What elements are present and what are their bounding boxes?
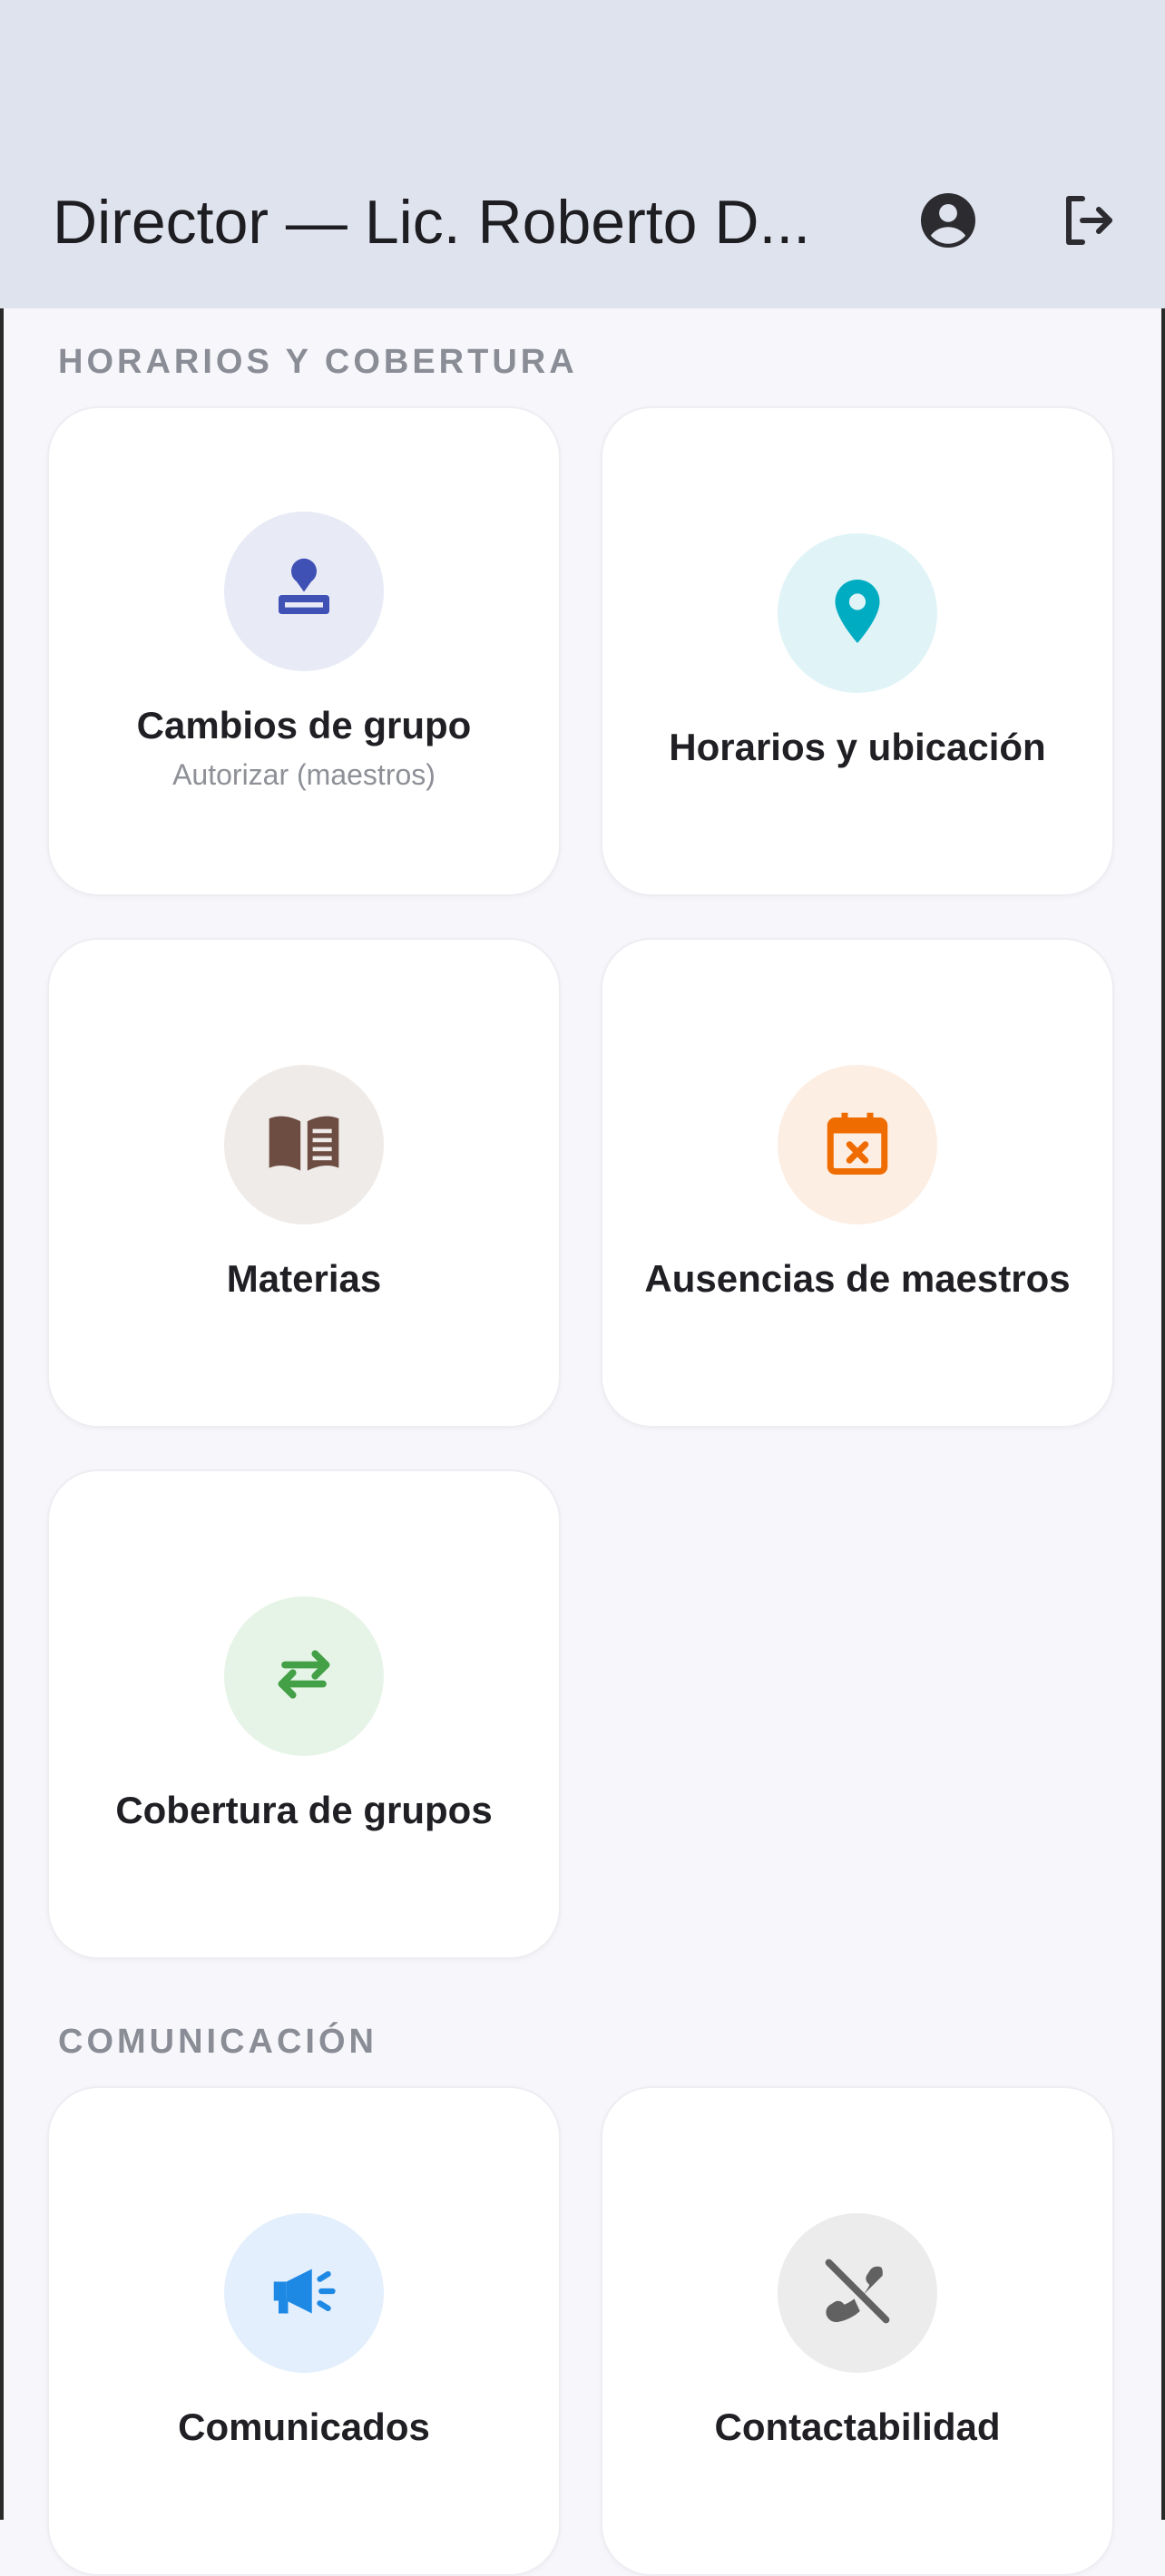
card-title: Comunicados bbox=[178, 2405, 430, 2448]
logout-button[interactable] bbox=[1047, 181, 1129, 263]
card-ausencias-de-maestros[interactable]: Ausencias de maestros bbox=[601, 938, 1114, 1428]
book-icon bbox=[262, 1101, 346, 1189]
megaphone-icon bbox=[266, 2253, 342, 2334]
stamp-icon bbox=[266, 551, 342, 631]
card-contactabilidad[interactable]: Contactabilidad bbox=[601, 2086, 1114, 2576]
card-title: Ausencias de maestros bbox=[644, 1257, 1071, 1300]
card-horarios-y-ubicacion[interactable]: Horarios y ubicación bbox=[601, 406, 1114, 896]
section-header-comunicacion: COMUNICACIÓN bbox=[58, 2023, 377, 2061]
icon-circle bbox=[778, 533, 937, 693]
swap-arrows-icon bbox=[266, 1636, 342, 1717]
icon-circle bbox=[224, 1596, 384, 1756]
page-title: Director — Lic. Roberto D... bbox=[53, 188, 811, 257]
location-pin-icon bbox=[819, 573, 896, 654]
icon-circle bbox=[224, 2213, 384, 2373]
app-bar: Director — Lic. Roberto D... bbox=[0, 0, 1165, 308]
icon-circle bbox=[778, 2213, 937, 2373]
card-materias[interactable]: Materias bbox=[47, 938, 561, 1428]
card-subtitle: Autorizar (maestros) bbox=[172, 757, 436, 791]
card-title: Materias bbox=[226, 1257, 382, 1300]
icon-circle bbox=[778, 1065, 937, 1225]
card-title: Horarios y ubicación bbox=[669, 726, 1046, 768]
card-cambios-de-grupo[interactable]: Cambios de grupo Autorizar (maestros) bbox=[47, 406, 561, 896]
frame-right-edge bbox=[1161, 0, 1165, 2520]
icon-circle bbox=[224, 511, 384, 671]
card-comunicados[interactable]: Comunicados bbox=[47, 2086, 561, 2576]
phone-disabled-icon bbox=[819, 2253, 896, 2334]
logout-icon bbox=[1055, 188, 1121, 258]
card-title: Cambios de grupo bbox=[136, 703, 472, 746]
card-title: Cobertura de grupos bbox=[115, 1789, 493, 1831]
section-header-horarios: HORARIOS Y COBERTURA bbox=[58, 343, 578, 381]
calendar-cancel-icon bbox=[819, 1105, 896, 1186]
profile-button[interactable] bbox=[907, 181, 989, 263]
card-cobertura-de-grupos[interactable]: Cobertura de grupos bbox=[47, 1469, 561, 1959]
card-title: Contactabilidad bbox=[714, 2405, 1001, 2448]
account-circle-icon bbox=[915, 188, 981, 258]
icon-circle bbox=[224, 1065, 384, 1225]
frame-left-edge bbox=[0, 0, 4, 2520]
